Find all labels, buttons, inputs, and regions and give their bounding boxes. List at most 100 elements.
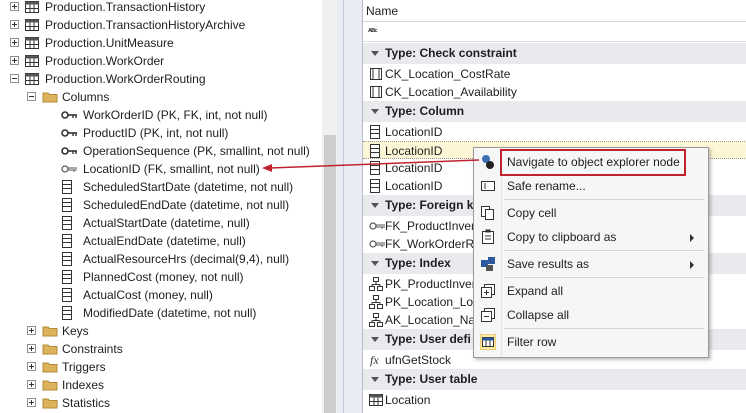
collapse-minus-icon[interactable] <box>27 92 36 101</box>
expand-plus-icon[interactable] <box>10 56 19 65</box>
tree-item-label: ActualEndDate (datetime, null) <box>83 234 246 248</box>
panel-splitter[interactable] <box>338 0 362 413</box>
menu-item-navigate[interactable]: Navigate to object explorer node <box>474 150 708 174</box>
submenu-arrow-icon <box>690 261 694 269</box>
tree-item[interactable]: WorkOrderID (PK, FK, int, not null) <box>0 106 322 124</box>
tree-item-label: Columns <box>62 90 110 104</box>
tree-item-label: WorkOrderID (PK, FK, int, not null) <box>83 108 268 122</box>
expand-plus-icon[interactable] <box>27 362 36 371</box>
tree-item[interactable]: Production.WorkOrderRouting <box>0 70 322 88</box>
tree-item[interactable]: Production.TransactionHistoryArchive <box>0 16 322 34</box>
menu-item-label: Copy cell <box>507 206 557 220</box>
tree-item[interactable]: OperationSequence (PK, smallint, not nul… <box>0 142 322 160</box>
svg-text:fx: fx <box>370 353 379 367</box>
expand-plus-icon[interactable] <box>10 20 19 29</box>
expand-plus-icon[interactable] <box>27 380 36 389</box>
cell-value: LocationID <box>385 179 443 193</box>
expand-all-icon <box>480 283 496 299</box>
cell-value: CK_Location_Availability <box>385 85 517 99</box>
grid-row[interactable]: LocationID <box>363 123 746 141</box>
tree-item[interactable]: PlannedCost (money, not null) <box>0 268 322 286</box>
tree-item[interactable]: ScheduledEndDate (datetime, not null) <box>0 196 322 214</box>
cell-value: PK_ProductInvent <box>385 277 482 291</box>
menu-separator <box>504 328 704 329</box>
tree-item-label: Production.WorkOrderRouting <box>45 72 206 86</box>
menu-item-label: Expand all <box>507 284 564 298</box>
tree-scrollbar-thumb[interactable] <box>324 135 336 413</box>
tree-item[interactable]: LocationID (FK, smallint, not null) <box>0 160 322 178</box>
cell-value: LocationID <box>385 161 443 175</box>
menu-item-label: Filter row <box>507 335 557 349</box>
tree-item-label: Production.WorkOrder <box>45 54 165 68</box>
menu-separator <box>504 250 704 251</box>
menu-separator <box>504 277 704 278</box>
tree-item-label: Production.UnitMeasure <box>45 36 174 50</box>
cell-value: LocationID <box>385 144 443 158</box>
collapse-triangle-icon[interactable] <box>371 337 379 342</box>
column-header-name[interactable]: Name <box>363 0 746 22</box>
collapse-all-icon <box>480 307 496 323</box>
tree-item[interactable]: Keys <box>0 322 322 340</box>
menu-item-expand-all[interactable]: Expand all <box>474 279 708 303</box>
tree-item[interactable]: ProductID (PK, int, not null) <box>0 124 322 142</box>
tree-item-label: ModifiedDate (datetime, not null) <box>83 306 257 320</box>
cell-value: AK_Location_Nam <box>385 313 486 327</box>
expand-plus-icon[interactable] <box>27 398 36 407</box>
navigate-icon <box>480 154 496 170</box>
tree-item[interactable]: Indexes <box>0 376 322 394</box>
group-label: Type: User defi <box>385 332 471 346</box>
grid-row[interactable]: CK_Location_CostRate <box>363 65 746 83</box>
tree-item-label: ScheduledEndDate (datetime, not null) <box>83 198 290 212</box>
tree-item[interactable]: ScheduledStartDate (datetime, not null) <box>0 178 322 196</box>
cell-value: FK_ProductInvent <box>385 219 482 233</box>
menu-item-clipboard[interactable]: Copy to clipboard as <box>474 225 708 249</box>
tree-item[interactable]: Production.WorkOrder <box>0 52 322 70</box>
tree-item-label: Indexes <box>62 378 105 392</box>
collapse-minus-icon[interactable] <box>10 74 19 83</box>
tree-item-label: Keys <box>62 324 89 338</box>
grid-row[interactable]: CK_Location_Availability <box>363 83 746 101</box>
tree-item-label: OperationSequence (PK, smallint, not nul… <box>83 144 310 158</box>
collapse-triangle-icon[interactable] <box>371 261 379 266</box>
menu-item-save[interactable]: Save results as <box>474 252 708 276</box>
tree-item[interactable]: ActualEndDate (datetime, null) <box>0 232 322 250</box>
grid-row[interactable]: Location <box>363 391 746 409</box>
group-row[interactable]: Type: Column <box>363 101 746 122</box>
tree-item[interactable]: Triggers <box>0 358 322 376</box>
text-filter-icon: ᴬᴮᶜ <box>368 27 378 36</box>
expand-plus-icon[interactable] <box>27 344 36 353</box>
copy-icon <box>480 205 496 221</box>
tree-item[interactable]: Columns <box>0 88 322 106</box>
menu-item-collapse-all[interactable]: Collapse all <box>474 303 708 327</box>
tree-item[interactable]: ActualStartDate (datetime, null) <box>0 214 322 232</box>
tree-item-label: PlannedCost (money, not null) <box>83 270 244 284</box>
menu-item-label: Navigate to object explorer node <box>507 155 680 169</box>
collapse-triangle-icon[interactable] <box>371 51 379 56</box>
tree-item[interactable]: ModifiedDate (datetime, not null) <box>0 304 322 322</box>
collapse-triangle-icon[interactable] <box>371 377 379 382</box>
menu-item-rename[interactable]: Safe rename... <box>474 174 708 198</box>
tree-item[interactable]: Statistics <box>0 394 322 412</box>
tree-item[interactable]: Constraints <box>0 340 322 358</box>
group-row[interactable]: Type: User table <box>363 369 746 390</box>
cell-value: PK_Location_Loca <box>385 295 486 309</box>
collapse-triangle-icon[interactable] <box>371 109 379 114</box>
tree-item[interactable]: ActualResourceHrs (decimal(9,4), null) <box>0 250 322 268</box>
expand-plus-icon[interactable] <box>10 38 19 47</box>
tree-item[interactable]: Production.TransactionHistory <box>0 0 322 16</box>
collapse-triangle-icon[interactable] <box>371 203 379 208</box>
expand-plus-icon[interactable] <box>10 2 19 11</box>
save-icon <box>480 256 496 272</box>
group-row[interactable]: Type: Check constraint <box>363 43 746 64</box>
tree-item[interactable]: Production.UnitMeasure <box>0 34 322 52</box>
cell-value: CK_Location_CostRate <box>385 67 511 81</box>
menu-item-copy[interactable]: Copy cell <box>474 201 708 225</box>
menu-item-filter-row[interactable]: Filter row <box>474 330 708 354</box>
tree-scrollbar[interactable] <box>322 0 338 413</box>
filter-row[interactable]: ᴬᴮᶜ <box>363 22 746 42</box>
group-label: Type: User table <box>385 372 478 386</box>
tree-item-label: Constraints <box>62 342 123 356</box>
expand-plus-icon[interactable] <box>27 326 36 335</box>
tree-item[interactable]: ActualCost (money, null) <box>0 286 322 304</box>
table-icon <box>369 393 383 412</box>
